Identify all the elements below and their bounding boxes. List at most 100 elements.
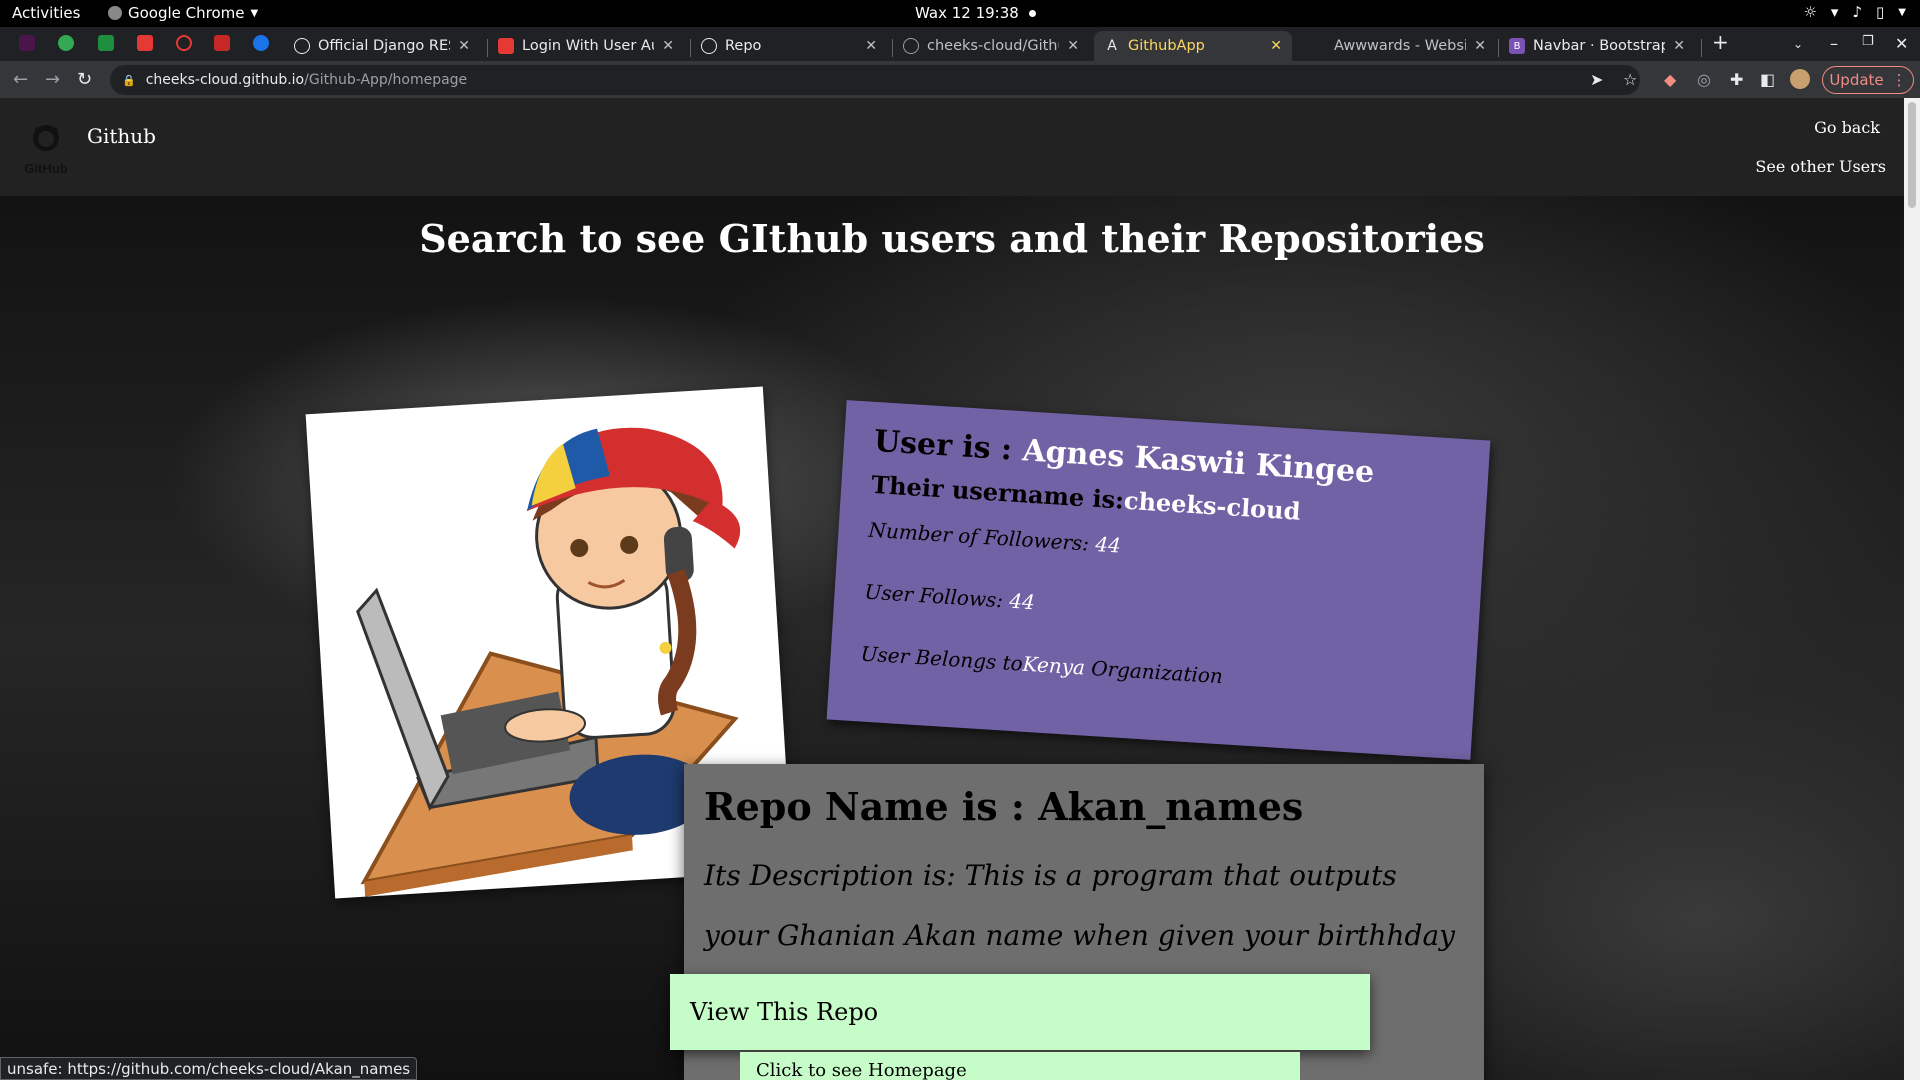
chrome-pinned-icon[interactable] [58, 35, 74, 51]
profile-avatar[interactable] [1790, 69, 1810, 89]
bootstrap-icon: B [1509, 38, 1525, 54]
close-icon[interactable]: ✕ [865, 38, 877, 54]
see-other-users-link[interactable]: See other Users [1755, 157, 1886, 176]
page-headline: Search to see GIthub users and their Rep… [419, 216, 1485, 261]
go-back-link[interactable]: Go back [1814, 118, 1880, 137]
globe-icon [294, 38, 310, 54]
page-viewport: GitHub Github Go back See other Users Se… [0, 98, 1904, 1080]
tab-title: Navbar · Bootstrap [1533, 38, 1666, 54]
volume-icon: ♪ [1852, 3, 1863, 21]
user-info-card: User is : Agnes Kaswii Kingee Their user… [826, 400, 1491, 760]
pinned-tab-icon[interactable] [214, 35, 230, 51]
system-top-bar: Activities Google Chrome ▼ Wax 12 19:38 … [0, 0, 1920, 27]
close-icon[interactable]: ✕ [1474, 38, 1486, 54]
repo-description: Its Description is: This is a program th… [704, 859, 1455, 952]
chevron-down-icon: ▼ [250, 7, 259, 19]
awwwards-icon [1310, 38, 1326, 54]
reload-icon[interactable]: ↻ [77, 69, 92, 90]
address-bar[interactable]: 🔒 cheeks-cloud.github.io/Github-App/home… [110, 65, 1640, 95]
follows-value: 44 [1008, 588, 1036, 615]
browser-toolbar: ← → ↻ 🔒 cheeks-cloud.github.io/Github-Ap… [0, 61, 1920, 98]
send-tab-icon[interactable]: ➤ [1590, 70, 1603, 89]
chevron-down-icon: ▼ [1898, 6, 1906, 18]
tab-login-with-user-auth[interactable]: Login With User Aut ✕ [488, 31, 684, 61]
slack-icon[interactable] [19, 35, 35, 51]
navbar-brand[interactable]: Github [87, 124, 156, 148]
github-icon [903, 38, 919, 54]
link-status-bubble: unsafe: https://github.com/cheeks-cloud/… [0, 1057, 418, 1080]
extensions-puzzle-icon[interactable]: ✚ [1730, 70, 1743, 89]
angular-icon: A [1107, 38, 1117, 54]
tab-search-chevron-icon[interactable]: ⌄ [1793, 37, 1803, 51]
tab-cheeks-cloud-github[interactable]: cheeks-cloud/Githu ✕ [893, 31, 1089, 61]
wifi-icon: ▾ [1830, 3, 1839, 21]
homepage-button[interactable]: Click to see Homepage [740, 1052, 1300, 1080]
org-suffix: Organization [1084, 655, 1224, 689]
tab-title: Login With User Aut [522, 38, 655, 54]
tab-strip: Official Django REST ✕ Login With User A… [0, 27, 1920, 61]
follows-prefix: User Follows: [863, 579, 1011, 613]
tab-title: cheeks-cloud/Githu [927, 38, 1060, 54]
view-repo-button[interactable]: View This Repo [670, 974, 1370, 1050]
org-value: Kenya [1021, 651, 1086, 680]
update-button[interactable]: Update ⋮ [1822, 66, 1914, 94]
scrollbar-thumb[interactable] [1908, 102, 1916, 208]
pinned-tab-icon[interactable] [253, 35, 269, 51]
close-icon[interactable]: ✕ [1067, 38, 1079, 54]
minimize-icon[interactable]: – [1830, 34, 1838, 53]
url-host: cheeks-cloud.github.io [145, 72, 305, 88]
tab-title: GithubApp [1128, 38, 1205, 54]
github-logo-icon[interactable]: GitHub [24, 120, 68, 176]
tab-repo[interactable]: Repo ✕ [691, 31, 887, 61]
tab-title: Repo [725, 38, 762, 54]
activities-button[interactable]: Activities [12, 4, 80, 22]
chrome-icon [108, 6, 122, 20]
new-tab-plus-icon[interactable]: + [1712, 30, 1729, 54]
close-icon[interactable]: ✕ [458, 38, 470, 54]
window-close-icon[interactable]: ✕ [1895, 34, 1908, 53]
app-menu[interactable]: Google Chrome ▼ [108, 4, 258, 22]
followers-value: 44 [1094, 531, 1122, 558]
bookmark-star-icon[interactable]: ☆ [1623, 70, 1637, 89]
following-count: User Follows: 44 [864, 580, 1036, 615]
url-path: /Github-App/homepage [304, 72, 468, 88]
extension-grey-icon[interactable]: ◎ [1697, 70, 1711, 89]
clock-label: Wax 12 19:38 [915, 4, 1019, 22]
update-label: Update [1829, 71, 1884, 89]
system-tray[interactable]: ☼ ▾ ♪ ▯ ▼ [1803, 3, 1906, 21]
followers-prefix: Number of Followers: [867, 517, 1097, 556]
tab-title: Awwwards - Websit [1334, 38, 1467, 54]
site-navbar: GitHub Github Go back See other Users [0, 98, 1904, 196]
user-name-prefix: User is : [873, 423, 1024, 469]
forward-arrow-icon[interactable]: → [45, 69, 60, 90]
username-prefix: Their username is: [870, 469, 1125, 515]
battery-icon: ▯ [1876, 3, 1885, 21]
repo-name: Repo Name is : Akan_names [704, 784, 1304, 829]
kebab-menu-icon: ⋮ [1891, 71, 1907, 89]
tab-navbar-bootstrap[interactable]: B Navbar · Bootstrap ✕ [1499, 31, 1695, 61]
org-prefix: User Belongs to [860, 641, 1024, 676]
tab-official-django-rest[interactable]: Official Django REST ✕ [284, 31, 480, 61]
app-menu-label: Google Chrome [128, 4, 245, 22]
tab-title: Official Django REST [318, 38, 450, 54]
lock-icon: 🔒 [122, 73, 136, 87]
pinned-tab-icon[interactable] [176, 35, 192, 51]
back-arrow-icon[interactable]: ← [13, 69, 28, 90]
clock[interactable]: Wax 12 19:38 [915, 4, 1036, 22]
tab-githubapp[interactable]: A GithubApp ✕ [1094, 31, 1292, 61]
page-scrollbar[interactable] [1904, 98, 1920, 1080]
github-logo-text: GitHub [24, 161, 67, 176]
followers-count: Number of Followers: 44 [868, 518, 1122, 558]
close-icon[interactable]: ✕ [1673, 38, 1685, 54]
youtube-icon[interactable] [137, 35, 153, 51]
close-icon[interactable]: ✕ [662, 38, 674, 54]
close-icon[interactable]: ✕ [1270, 38, 1282, 54]
restore-icon[interactable]: ❐ [1862, 34, 1874, 49]
youtube-icon [498, 38, 514, 54]
globe-icon [701, 38, 717, 54]
extension-red-icon[interactable]: ◆ [1664, 70, 1676, 89]
user-organization: User Belongs toKenya Organization [860, 641, 1224, 688]
tab-awwwards[interactable]: Awwwards - Websit ✕ [1300, 31, 1496, 61]
pinned-tab-icon[interactable] [98, 35, 114, 51]
side-panel-icon[interactable]: ◧ [1760, 70, 1775, 89]
